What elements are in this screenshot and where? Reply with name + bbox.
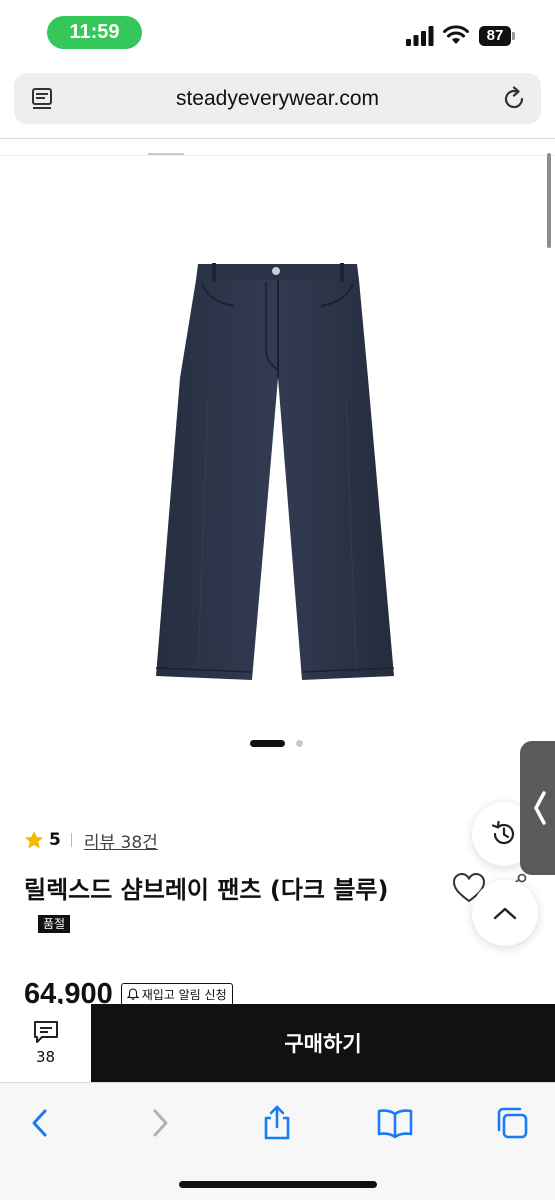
battery-tip: [512, 32, 515, 40]
rating-separator: [70, 833, 72, 847]
share-sheet-button[interactable]: [259, 1105, 295, 1141]
chevron-up-icon: [493, 907, 517, 920]
back-button[interactable]: [22, 1105, 58, 1141]
review-link[interactable]: 리뷰 38건: [84, 828, 158, 853]
forward-icon: [153, 1109, 168, 1137]
rating-row: 5 리뷰 38건: [24, 828, 158, 853]
rating-value: 5: [49, 830, 61, 850]
chat-icon: [33, 1021, 58, 1043]
tabs-icon: [497, 1107, 528, 1139]
reload-icon[interactable]: [501, 86, 527, 112]
status-bar: 11:59 87: [0, 0, 555, 66]
restock-label: 재입고 알림 신청: [141, 987, 227, 1002]
forward-button[interactable]: [142, 1105, 178, 1141]
history-icon: [491, 820, 515, 845]
product-title: 릴렉스드 샴브레이 팬츠 (다크 블루): [24, 876, 389, 904]
review-count: 38: [35, 1048, 56, 1066]
carousel-dot-active[interactable]: [250, 740, 285, 747]
bookmarks-button[interactable]: [377, 1105, 413, 1141]
soldout-badge: 품절: [38, 915, 71, 933]
content-divider: [0, 155, 555, 156]
share-sheet-icon: [264, 1105, 290, 1140]
address-bar[interactable]: steadyeverywear.com: [14, 73, 541, 124]
star-icon: [25, 831, 43, 849]
wifi-icon: [443, 25, 469, 44]
battery-indicator: 87: [479, 26, 515, 46]
restock-alert-button[interactable]: 재입고 알림 신청: [120, 982, 233, 1006]
chevron-left-icon: [534, 791, 546, 825]
tabs-button[interactable]: [494, 1105, 530, 1141]
bookmarks-icon: [377, 1109, 413, 1138]
product-image[interactable]: [150, 258, 406, 688]
carousel-dot[interactable]: [296, 740, 303, 747]
url-text[interactable]: steadyeverywear.com: [74, 73, 481, 124]
status-time: 11:59: [47, 16, 142, 49]
side-panel-tab[interactable]: [520, 741, 555, 875]
back-icon: [32, 1109, 47, 1137]
bell-icon: [126, 988, 139, 1000]
carousel-indicator[interactable]: [250, 739, 310, 749]
review-count-button[interactable]: 38: [0, 1004, 91, 1082]
page-scrollbar[interactable]: [547, 153, 551, 248]
buy-button[interactable]: 구매하기: [91, 1004, 555, 1082]
home-indicator: [179, 1181, 377, 1188]
battery-level: 87: [479, 26, 511, 46]
purchase-bar: 38 구매하기: [0, 1004, 555, 1082]
scroll-to-top-button[interactable]: [472, 880, 538, 946]
browser-chrome-divider: [0, 138, 555, 139]
reader-mode-icon[interactable]: [31, 87, 55, 111]
cellular-signal-icon: [406, 26, 434, 46]
